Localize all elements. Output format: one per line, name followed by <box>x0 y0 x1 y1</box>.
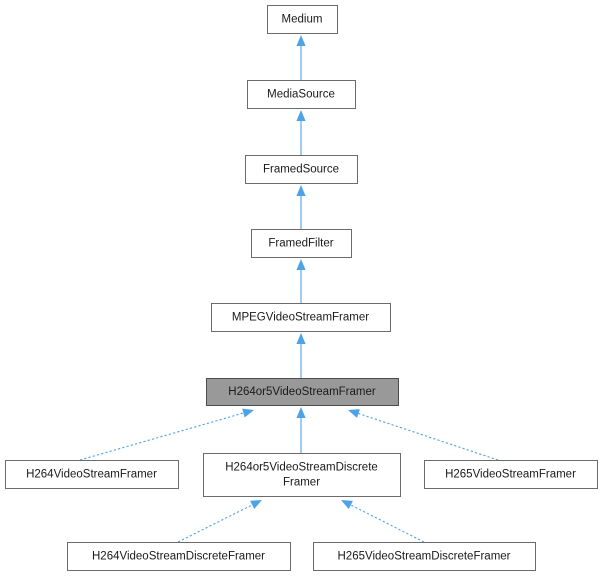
class-node-label: MediaSource <box>267 89 335 101</box>
class-node-h264or5-video-stream-framer[interactable]: H264or5VideoStreamFramer <box>206 378 399 406</box>
edge-line <box>79 412 244 461</box>
class-node-label: H265VideoStreamFramer <box>445 469 576 481</box>
class-node-mpeg-video-stream-framer[interactable]: MPEGVideoStreamFramer <box>211 303 391 332</box>
inheritance-edge <box>296 35 306 80</box>
inheritance-edge <box>296 185 306 229</box>
class-node-h265-video-stream-framer[interactable]: H265VideoStreamFramer <box>424 460 598 489</box>
class-node-label: H264or5VideoStreamFramer <box>228 386 376 398</box>
inheritance-edge <box>79 408 254 461</box>
inheritance-arrowhead-icon <box>250 500 262 510</box>
class-node-label: Medium <box>282 14 323 26</box>
inheritance-arrowhead-icon <box>296 185 306 196</box>
inheritance-graph-svg: Medium MediaSource FramedSource FramedFilte… <box>5 5 598 571</box>
class-node-h264-video-stream-framer[interactable]: H264VideoStreamFramer <box>5 460 179 489</box>
class-node-label: H264VideoStreamDiscreteFramer <box>92 551 265 563</box>
inheritance-edge <box>348 409 499 461</box>
class-node-label: Framer <box>283 477 320 489</box>
class-node-media-source[interactable]: MediaSource <box>247 80 356 109</box>
inheritance-edge <box>296 110 306 155</box>
inheritance-arrowhead-icon <box>296 110 306 121</box>
inheritance-arrowhead-icon <box>348 409 360 418</box>
inheritance-edge <box>177 500 262 543</box>
inheritance-arrowhead-icon <box>296 259 306 270</box>
edge-line <box>177 504 253 543</box>
inheritance-edge <box>296 407 306 453</box>
class-node-framed-source[interactable]: FramedSource <box>245 155 358 184</box>
inheritance-arrowhead-icon <box>341 500 353 510</box>
inheritance-arrowhead-icon <box>296 35 306 46</box>
class-node-label: H264or5VideoStreamDiscrete <box>225 462 378 474</box>
class-node-h264-video-stream-discrete-framer[interactable]: H264VideoStreamDiscreteFramer <box>67 542 291 571</box>
class-node-label: MPEGVideoStreamFramer <box>232 312 369 324</box>
class-node-label: FramedFilter <box>268 238 333 250</box>
class-node-framed-filter[interactable]: FramedFilter <box>251 229 352 258</box>
class-node-label: H264VideoStreamFramer <box>26 469 157 481</box>
inheritance-arrowhead-icon <box>296 333 306 344</box>
class-node-label: H265VideoStreamDiscreteFramer <box>338 551 511 563</box>
inheritance-edge <box>296 333 306 378</box>
inheritance-arrowhead-icon <box>242 408 254 418</box>
edge-line <box>350 504 425 543</box>
inheritance-edge <box>341 500 425 543</box>
class-node-medium[interactable]: Medium <box>267 5 338 34</box>
class-node-h265-video-stream-discrete-framer[interactable]: H265VideoStreamDiscreteFramer <box>313 542 536 571</box>
class-node-h264or5-video-stream-discrete-framer[interactable]: H264or5VideoStreamDiscrete Framer <box>203 453 401 497</box>
inheritance-arrowhead-icon <box>296 407 306 418</box>
inheritance-edge <box>296 259 306 303</box>
class-node-label: FramedSource <box>263 164 339 176</box>
inheritance-diagram: Medium MediaSource FramedSource FramedFilte… <box>0 0 601 576</box>
class-node-box[interactable] <box>203 453 401 497</box>
